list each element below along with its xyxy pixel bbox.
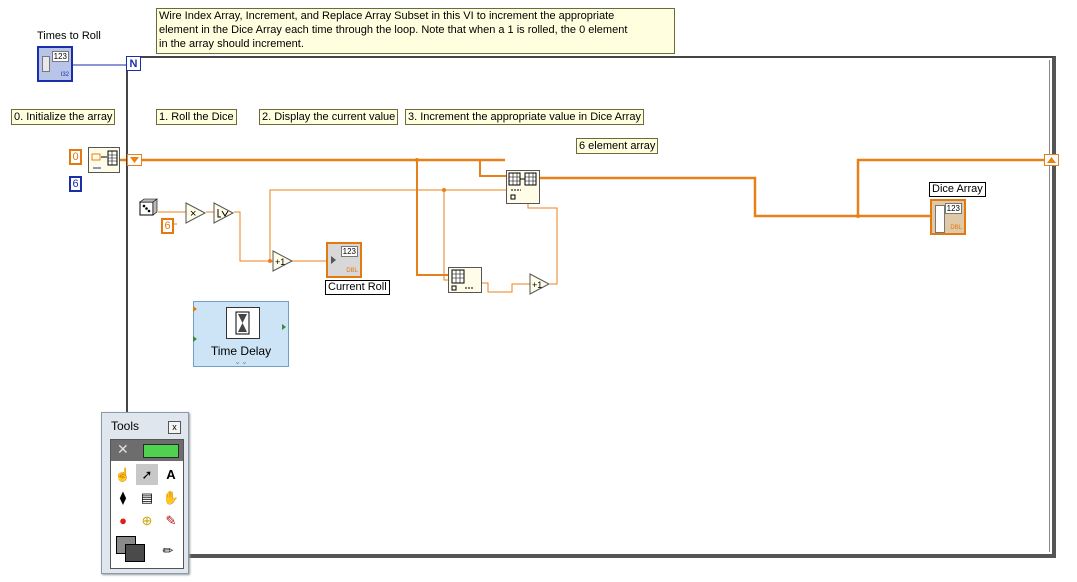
step-2-label[interactable]: 2. Display the current value <box>259 109 399 125</box>
times-to-roll-label[interactable]: Times to Roll <box>37 30 101 42</box>
increment-node-roll[interactable]: +1 <box>272 250 294 272</box>
instruction-line-1: Wire Index Array, Increment, and Replace… <box>159 10 615 22</box>
input-terminal-icon <box>193 306 197 312</box>
current-roll-label[interactable]: Current Roll <box>325 280 390 295</box>
expand-chevron-icon[interactable]: ⌄⌄ <box>194 357 288 366</box>
numeric-control-icon <box>42 56 50 72</box>
increment-icon: +1 <box>275 257 285 267</box>
index-array-node[interactable] <box>448 267 482 293</box>
arrow-cursor-icon: ➚ <box>141 467 153 482</box>
loop-count-terminal[interactable]: N <box>126 56 141 71</box>
time-delay-express-vi[interactable]: Time Delay ⌄⌄ <box>193 301 289 367</box>
breakpoint-icon: ● <box>119 513 127 528</box>
instruction-comment[interactable]: Wire Index Array, Increment, and Replace… <box>156 8 675 54</box>
edit-text-tool[interactable]: A <box>160 464 182 485</box>
auto-select-led-icon <box>143 444 179 458</box>
wiring-spool-icon: ⧫ <box>119 490 127 505</box>
multiplier-constant[interactable]: 6 <box>161 218 174 234</box>
times-to-roll-type: I32 <box>60 72 69 78</box>
menu-arrow-icon: ▤ <box>140 490 154 505</box>
initialize-array-icon <box>91 150 118 169</box>
multiply-node[interactable]: × <box>185 202 207 224</box>
step-0-label[interactable]: 0. Initialize the array <box>11 109 116 125</box>
position-size-select-tool[interactable]: ➚ <box>136 464 158 485</box>
eyedropper-icon: ✎ <box>165 513 177 528</box>
init-size-constant[interactable]: 6 <box>69 176 82 192</box>
tools-title: Tools <box>111 419 140 433</box>
breakpoint-tool[interactable]: ● <box>112 510 134 531</box>
round-down-node[interactable] <box>213 202 235 224</box>
current-roll-display: 123 <box>340 246 358 257</box>
init-value-constant[interactable]: 0 <box>69 149 82 165</box>
shift-register-right[interactable] <box>1044 154 1060 167</box>
dice-array-type: DBL <box>950 225 962 231</box>
current-roll-indicator[interactable]: 123 DBL <box>326 242 362 278</box>
array-index-display <box>935 205 945 233</box>
instruction-line-2: element in the Dice Array each time thro… <box>159 24 628 36</box>
step-1-label[interactable]: 1. Roll the Dice <box>156 109 237 125</box>
probe-data-tool[interactable]: ⊕ <box>136 510 158 531</box>
automatic-tool-selection-button[interactable]: ✕ <box>111 440 183 461</box>
error-out-terminal-icon <box>282 324 286 330</box>
error-in-terminal-icon <box>193 336 197 342</box>
get-color-tool[interactable]: ✎ <box>160 510 182 531</box>
object-shortcut-menu-tool[interactable]: ▤ <box>136 487 158 508</box>
paintbrush-tool[interactable]: ✏ <box>157 540 179 561</box>
array-size-note[interactable]: 6 element array <box>576 138 659 154</box>
random-number-node[interactable] <box>139 198 159 218</box>
text-cursor-icon: A <box>166 467 176 482</box>
probe-icon: ⊕ <box>141 513 153 528</box>
crossed-tools-icon: ✕ <box>117 441 129 457</box>
shift-register-left[interactable] <box>127 154 143 167</box>
background-color-swatch <box>125 544 145 562</box>
index-array-icon <box>451 269 473 291</box>
dice-array-indicator[interactable]: 123 DBL <box>930 199 966 235</box>
scroll-window-tool[interactable]: ✋ <box>160 487 182 508</box>
operate-value-tool[interactable]: ☝ <box>112 464 134 485</box>
set-color-tool[interactable] <box>113 534 153 564</box>
connect-wire-tool[interactable]: ⧫ <box>112 487 134 508</box>
tools-palette[interactable]: Tools x ✕ ☝ ➚ A ⧫ ▤ ✋ ● ⊕ ✎ ✏ <box>101 412 189 574</box>
brush-icon: ✏ <box>162 543 174 558</box>
grab-hand-icon: ✋ <box>162 490 180 505</box>
replace-array-subset-node[interactable] <box>506 170 540 204</box>
initialize-array-node[interactable] <box>88 147 120 173</box>
current-roll-type: DBL <box>346 268 358 274</box>
step-3-label[interactable]: 3. Increment the appropriate value in Di… <box>405 109 644 125</box>
close-icon[interactable]: x <box>168 421 181 434</box>
instruction-line-3: in the array should increment. <box>159 38 304 50</box>
tools-grid: ✕ ☝ ➚ A ⧫ ▤ ✋ ● ⊕ ✎ ✏ <box>110 439 184 569</box>
increment-icon: +1 <box>532 280 542 290</box>
increment-node-count[interactable]: +1 <box>529 273 551 295</box>
times-to-roll-control[interactable]: 123 I32 <box>37 46 73 82</box>
dice-icon <box>139 198 158 216</box>
indicator-arrow-icon <box>331 256 336 264</box>
times-to-roll-display: 123 <box>51 51 69 62</box>
multiply-icon: × <box>190 208 196 220</box>
replace-array-subset-icon <box>508 172 537 200</box>
time-delay-label: Time Delay <box>210 344 272 358</box>
pointing-hand-icon: ☝ <box>114 467 132 482</box>
hourglass-icon <box>226 307 260 339</box>
dice-array-display: 123 <box>944 203 962 214</box>
dice-array-label[interactable]: Dice Array <box>929 182 986 197</box>
